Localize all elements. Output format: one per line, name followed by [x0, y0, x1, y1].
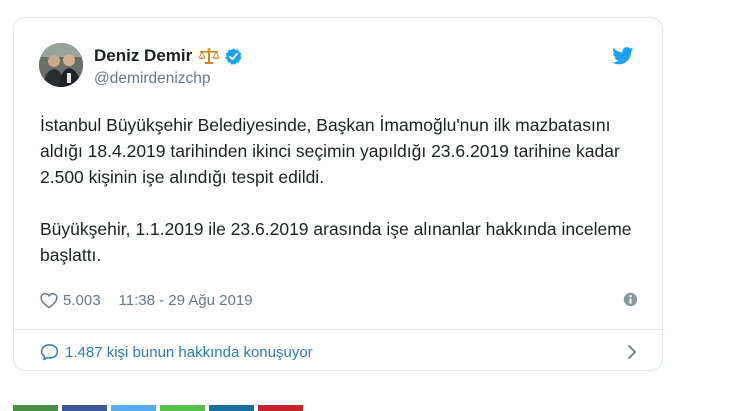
share-buttons-bar	[13, 405, 303, 411]
tweet-paragraph: İstanbul Büyükşehir Belediyesinde, Başka…	[40, 115, 620, 187]
tweet-text: İstanbul Büyükşehir Belediyesinde, Başka…	[40, 112, 640, 268]
conversation-link[interactable]: 1.487 kişi bunun hakkında konuşuyor	[40, 340, 640, 364]
verified-badge-icon	[225, 47, 242, 65]
chevron-right-icon[interactable]	[626, 344, 638, 360]
share-button-twitter[interactable]	[111, 405, 156, 411]
author-name[interactable]: Deniz Demir	[94, 46, 192, 66]
info-icon[interactable]	[623, 292, 638, 307]
share-button-line[interactable]	[160, 405, 205, 411]
tweet-timestamp[interactable]: 11:38 - 29 Ağu 2019	[119, 292, 253, 309]
heart-icon[interactable]	[40, 292, 58, 309]
scales-emoji-icon	[198, 47, 220, 64]
like-count[interactable]: 5.003	[63, 292, 101, 309]
speech-bubble-icon	[40, 344, 59, 361]
author-name-row[interactable]: Deniz Demir	[94, 46, 243, 66]
card-divider	[14, 329, 662, 330]
share-button-whatsapp[interactable]	[13, 405, 58, 411]
twitter-bird-icon[interactable]	[612, 47, 634, 65]
share-button-pinterest[interactable]	[258, 405, 303, 411]
embedded-tweet-card: Deniz Demir @demirdenizchp İstanbul Büyü…	[13, 17, 663, 371]
share-button-linkedin[interactable]	[209, 405, 254, 411]
tweet-paragraph: Büyükşehir, 1.1.2019 ile 23.6.2019 arası…	[40, 219, 632, 265]
author-handle[interactable]: @demirdenizchp	[94, 70, 211, 88]
author-avatar[interactable]	[39, 43, 83, 87]
conversation-text[interactable]: 1.487 kişi bunun hakkında konuşuyor	[65, 344, 313, 361]
avatar-photo	[39, 43, 83, 87]
share-button-facebook[interactable]	[62, 405, 107, 411]
tweet-meta-row: 5.003 11:38 - 29 Ağu 2019	[40, 289, 640, 311]
